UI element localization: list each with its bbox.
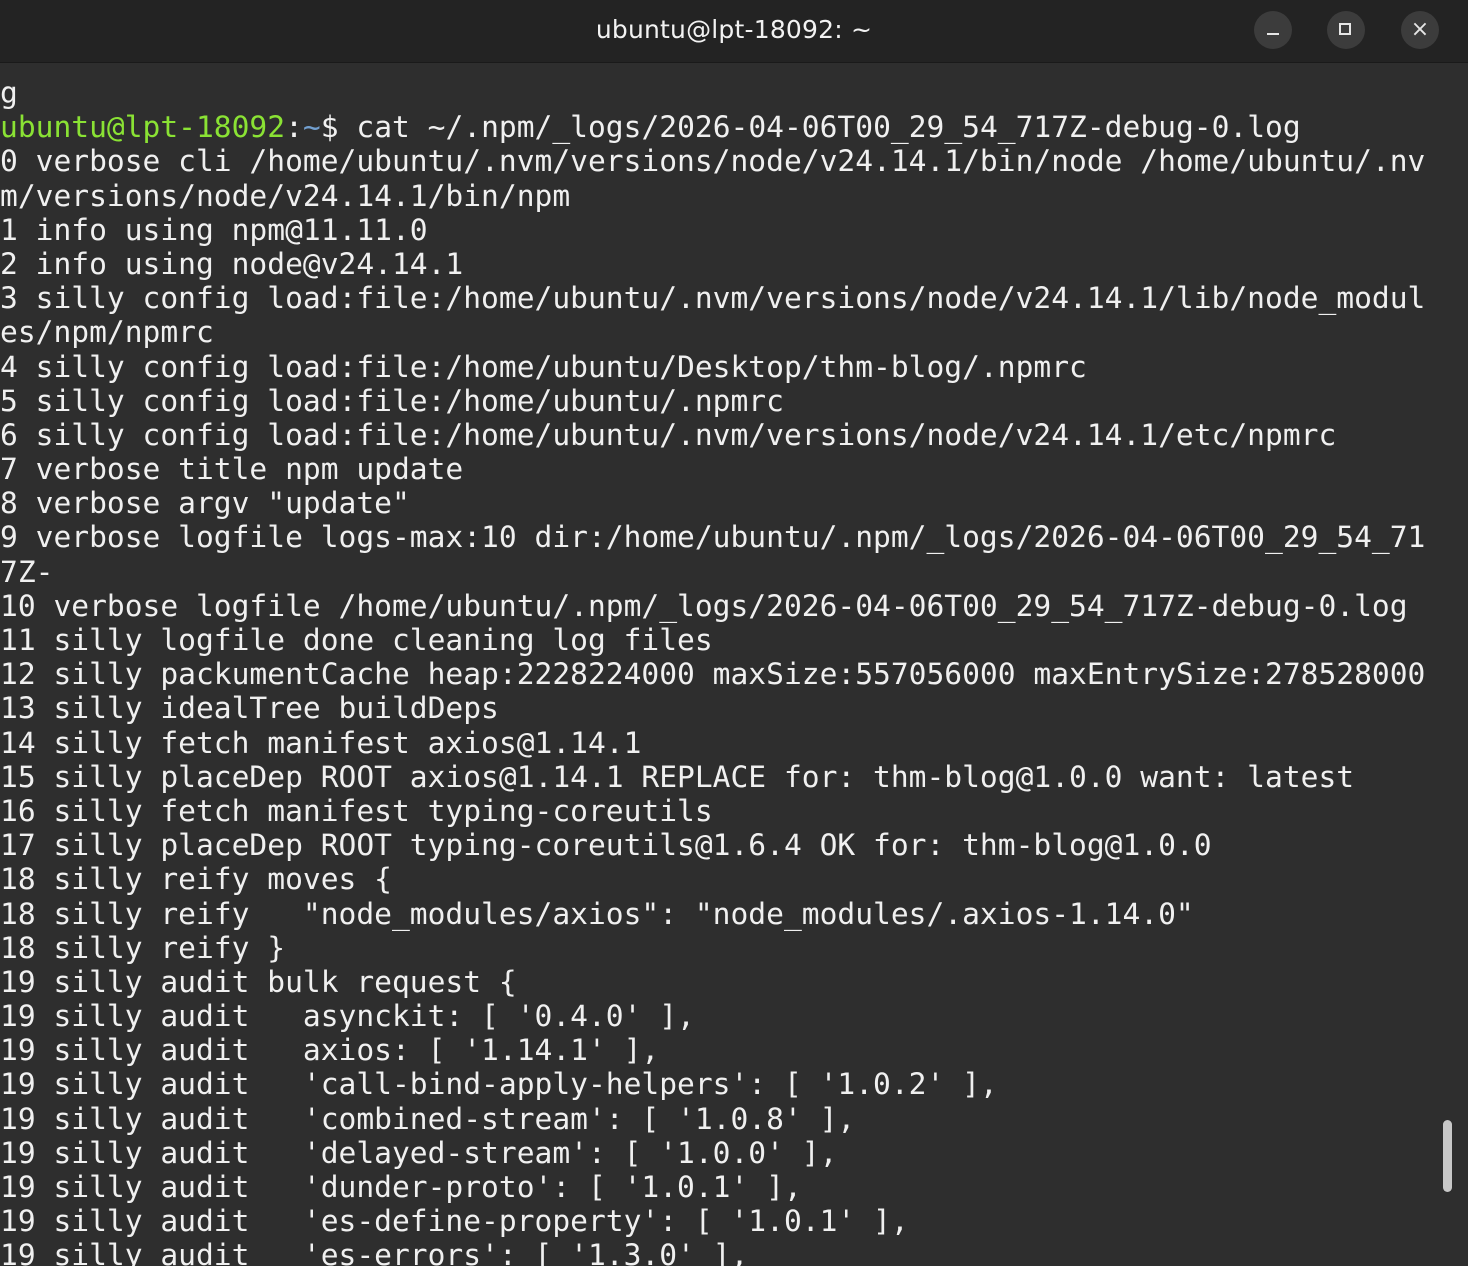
prompt-separator: : [285,110,303,145]
scrollbar-thumb[interactable] [1443,1120,1452,1192]
log-line: 19 silly audit axios: [ '1.14.1' ], [0,1033,660,1068]
maximize-icon [1339,23,1351,35]
log-line: 0 verbose cli /home/ubuntu/.nvm/versions… [0,144,1426,179]
log-line: 19 silly audit 'dunder-proto': [ '1.0.1'… [0,1170,802,1204]
close-icon: × [1410,17,1430,42]
log-line: 19 silly audit 'combined-stream': [ '1.0… [0,1101,856,1136]
log-line: 13 silly idealTree buildDeps [0,691,499,726]
minimize-button[interactable] [1254,11,1292,49]
title-bar[interactable]: ubuntu@lpt-18092: ~ × [0,0,1468,63]
log-line: 4 silly config load:file:/home/ubuntu/De… [0,349,1087,384]
log-line: 15 silly placeDep ROOT axios@1.14.1 REPL… [0,759,1355,794]
log-line: 11 silly logfile done cleaning log files [0,623,713,657]
log-line: 1 info using npm@11.11.0 [0,212,428,247]
log-line: 10 verbose logfile /home/ubuntu/.npm/_lo… [0,588,1408,623]
log-line: m/versions/node/v24.14.1/bin/npm [0,178,571,213]
log-line: 18 silly reify moves { [0,862,392,897]
minimize-icon [1267,33,1279,35]
log-line: 9 verbose logfile logs-max:10 dir:/home/… [0,520,1426,555]
prompt-path: ~ [302,110,321,145]
log-output: 0 verbose cli /home/ubuntu/.nvm/versions… [0,144,1450,1266]
prompt-user-host: ubuntu@lpt-18092 [0,110,286,145]
maximize-button[interactable] [1327,11,1365,49]
log-line: 18 silly reify } [0,930,286,965]
log-line: 19 silly audit 'call-bind-apply-helpers'… [0,1067,998,1102]
terminal-window: ubuntu@lpt-18092: ~ × g ubuntu@lpt-18092… [0,0,1468,1266]
log-line: es/npm/npmrc [0,315,214,350]
log-line: 19 silly audit 'es-errors': [ '1.3.0' ], [0,1238,749,1266]
prompt-symbol: $ [320,110,357,145]
log-line: 3 silly config load:file:/home/ubuntu/.n… [0,281,1426,316]
log-line: 17 silly placeDep ROOT typing-coreutils@… [0,828,1212,863]
log-line: 6 silly config load:file:/home/ubuntu/.n… [0,417,1337,452]
log-line: 5 silly config load:file:/home/ubuntu/.n… [0,383,784,418]
log-line: 19 silly audit bulk request { [0,964,517,999]
terminal-line: g [0,76,18,110]
terminal-output[interactable]: g ubuntu@lpt-18092:~$ cat ~/.npm/_logs/2… [0,76,1450,1266]
command-prompt-line: ubuntu@lpt-18092:~$ cat ~/.npm/_logs/202… [0,110,1450,144]
log-line: 14 silly fetch manifest axios@1.14.1 [0,725,642,760]
log-line: 19 silly audit 'es-define-property': [ '… [0,1204,909,1239]
log-line: 7 verbose title npm update [0,452,464,487]
log-line: 8 verbose argv "update" [0,486,410,521]
log-line: 19 silly audit 'delayed-stream': [ '1.0.… [0,1135,838,1170]
window-title: ubuntu@lpt-18092: ~ [595,15,873,44]
log-line: 19 silly audit asynckit: [ '0.4.0' ], [0,999,695,1034]
log-line: 16 silly fetch manifest typing-coreutils [0,793,713,828]
log-line: 18 silly reify "node_modules/axios": "no… [0,896,1194,931]
log-line: 2 info using node@v24.14.1 [0,246,464,281]
log-line: 12 silly packumentCache heap:2228224000 … [0,657,1426,692]
prompt-command: cat ~/.npm/_logs/2026-04-06T00_29_54_717… [356,110,1301,145]
close-button[interactable]: × [1401,11,1439,49]
log-line: 7Z- [0,554,54,589]
